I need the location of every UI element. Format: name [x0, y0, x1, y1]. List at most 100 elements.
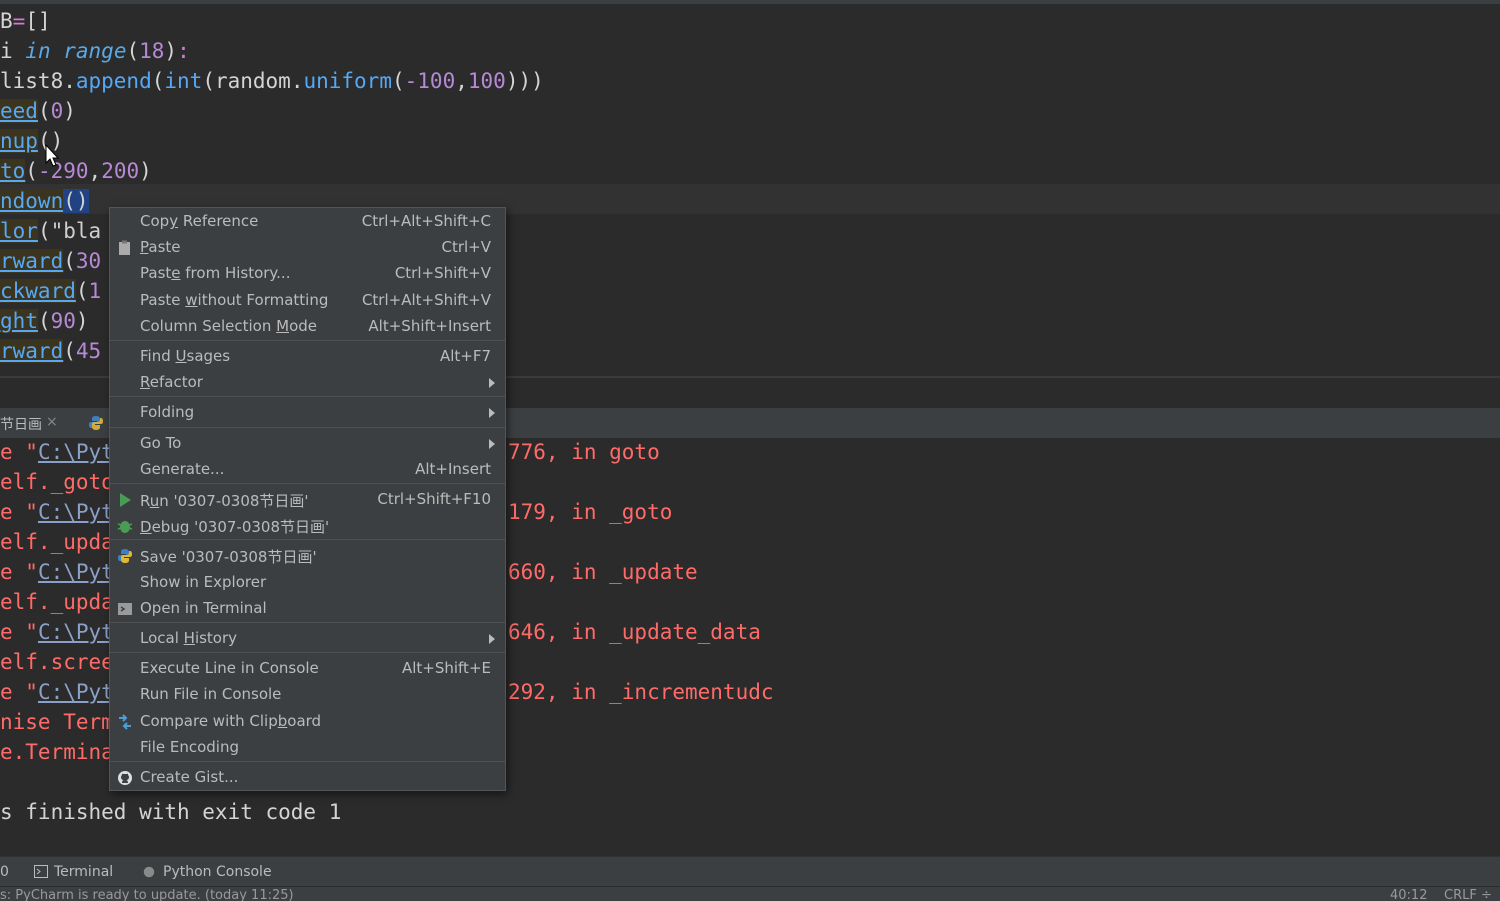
- file-path-link[interactable]: C:\Pyt: [38, 620, 114, 644]
- run-tab-label[interactable]: 节日画: [0, 414, 42, 434]
- code-token: (: [63, 249, 76, 273]
- bottom-tool-window-bar: 0 Terminal Python Console: [0, 856, 1500, 887]
- code-token: ,: [455, 69, 468, 93]
- python-icon[interactable]: [88, 415, 104, 431]
- code-line[interactable]: B=[]: [0, 6, 51, 36]
- console-line: e "C:\Pyt: [0, 617, 114, 647]
- code-token: 90: [50, 309, 76, 333]
- menu-item-label: Open in Terminal: [140, 598, 267, 617]
- file-path-link[interactable]: C:\Pyt: [38, 500, 114, 524]
- code-line[interactable]: i in range(18):: [0, 36, 190, 66]
- menu-item-folding[interactable]: Folding: [110, 400, 505, 426]
- close-icon[interactable]: ×: [46, 414, 58, 430]
- menu-item-show-in-explorer[interactable]: Show in Explorer: [110, 570, 505, 596]
- menu-item-label: Compare with Clipboard: [140, 711, 322, 730]
- menu-item-shortcut: Alt+F7: [439, 347, 491, 365]
- terminal-icon: [34, 865, 48, 882]
- code-token: eed: [0, 99, 38, 123]
- code-token: :: [177, 39, 190, 63]
- menu-item-run-0307-0308[interactable]: Run '0307-0308节日画' Ctrl+Shift+F10: [110, 487, 505, 513]
- menu-item-label: Paste from History...: [140, 264, 291, 283]
- code-token: in: [25, 39, 51, 63]
- menu-item-label: Copy Reference: [140, 212, 259, 230]
- file-path-link[interactable]: C:\Pyt: [38, 560, 114, 584]
- code-token: list8.: [0, 69, 76, 93]
- console-line: elf._goto: [0, 470, 114, 494]
- process-finished-text: s finished with exit code 1: [0, 800, 342, 824]
- menu-separator: [110, 539, 505, 541]
- code-token: (: [391, 69, 405, 93]
- tool-window-terminal[interactable]: Terminal: [54, 864, 113, 880]
- menu-item-label: Run '0307-0308节日画': [140, 492, 309, 510]
- menu-item-shortcut: Ctrl+Alt+Shift+V: [361, 290, 491, 309]
- menu-item-create-gist[interactable]: Create Gist...: [110, 765, 505, 791]
- console-traceback-line: 660, in _update: [508, 560, 698, 584]
- code-line[interactable]: rward(45: [0, 336, 101, 366]
- menu-item-label: Column Selection Mode: [140, 316, 317, 335]
- menu-item-run-file-in-console[interactable]: Run File in Console: [110, 682, 505, 708]
- menu-item-file-encoding[interactable]: File Encoding: [110, 735, 505, 761]
- line-separator[interactable]: CRLF ÷: [1444, 887, 1492, 901]
- menu-item-debug-0307-0308[interactable]: Debug '0307-0308节日画': [110, 513, 505, 539]
- menu-item-shortcut: Ctrl+Shift+F10: [377, 490, 491, 508]
- menu-item-go-to[interactable]: Go To: [110, 431, 505, 457]
- code-line[interactable]: list8.append(int(random.uniform(-100,100…: [0, 66, 544, 96]
- code-token: ): [164, 39, 178, 63]
- menu-item-save-0307-0308[interactable]: Save '0307-0308节日画': [110, 543, 505, 569]
- status-message[interactable]: s: PyCharm is ready to update. (today 11…: [0, 887, 294, 901]
- menu-item-local-history[interactable]: Local History: [110, 626, 505, 652]
- code-line[interactable]: ckward(1: [0, 276, 101, 306]
- editor-context-menu: Copy Reference Ctrl+Alt+Shift+C Paste Ctrl+…: [109, 207, 506, 791]
- menu-item-label: Generate...: [140, 459, 225, 478]
- code-token: 200: [101, 159, 140, 183]
- caret-position[interactable]: 40:12: [1390, 887, 1427, 901]
- code-token: uniform: [303, 69, 392, 93]
- menu-separator: [110, 652, 505, 654]
- menu-item-copy-reference[interactable]: Copy Reference Ctrl+Alt+Shift+C: [110, 209, 505, 235]
- menu-item-label: Run File in Console: [140, 685, 282, 704]
- menu-item-compare-with-clipboard[interactable]: Compare with Clipboard: [110, 709, 505, 735]
- tool-window-todo[interactable]: 0: [0, 864, 9, 880]
- menu-item-find-usages[interactable]: Find Usages Alt+F7: [110, 344, 505, 370]
- code-line[interactable]: eed(0): [0, 96, 76, 126]
- menu-item-generate[interactable]: Generate... Alt+Insert: [110, 457, 505, 483]
- code-line[interactable]: ndown(): [0, 186, 89, 216]
- menu-item-column-selection-mode[interactable]: Column Selection Mode Alt+Shift+Insert: [110, 314, 505, 340]
- file-path-link[interactable]: C:\Pyt: [38, 680, 114, 704]
- menu-item-paste-from-history[interactable]: Paste from History... Ctrl+Shift+V: [110, 261, 505, 287]
- clipboard-icon: [117, 240, 133, 256]
- file-path-link[interactable]: C:\Pyt: [38, 440, 114, 464]
- menu-item-paste[interactable]: Paste Ctrl+V: [110, 235, 505, 261]
- menu-item-execute-line-in-console[interactable]: Execute Line in Console Alt+Shift+E: [110, 656, 505, 682]
- code-line[interactable]: ght(90): [0, 306, 89, 336]
- menu-item-open-in-terminal[interactable]: Open in Terminal: [110, 596, 505, 622]
- code-line[interactable]: lor("bla: [0, 216, 101, 246]
- code-line[interactable]: to(-290,200): [0, 156, 152, 186]
- code-token: 100: [467, 69, 506, 93]
- console-line: elf._upda: [0, 590, 114, 614]
- code-token: to: [0, 159, 26, 183]
- menu-item-shortcut: Ctrl+V: [441, 238, 491, 257]
- tool-window-python-console[interactable]: Python Console: [163, 864, 272, 880]
- code-token: (: [75, 279, 89, 303]
- menu-item-label: Paste: [140, 238, 181, 257]
- code-line[interactable]: rward(30: [0, 246, 101, 276]
- menu-item-refactor[interactable]: Refactor: [110, 370, 505, 396]
- menu-item-shortcut: Alt+Shift+E: [401, 659, 491, 678]
- menu-item-label: Find Usages: [140, 347, 231, 365]
- menu-item-shortcut: Alt+Insert: [415, 459, 491, 478]
- code-token: ght: [0, 309, 38, 333]
- code-token: (: [37, 219, 51, 243]
- python-icon: [117, 548, 133, 564]
- menu-item-label: Debug '0307-0308节日画': [140, 518, 330, 537]
- console-prefix: e ": [0, 560, 38, 584]
- terminal-icon: [117, 601, 133, 617]
- code-token: 18: [139, 39, 165, 63]
- menu-item-label: Refactor: [140, 373, 203, 392]
- console-line: elf.scree: [0, 650, 114, 674]
- console-prefix: e ": [0, 680, 38, 704]
- code-token: (: [25, 159, 38, 183]
- console-traceback-line: 776, in goto: [508, 440, 660, 464]
- menu-item-paste-without-formatting[interactable]: Paste without Formatting Ctrl+Alt+Shift+V: [110, 288, 505, 314]
- code-token: 0: [50, 99, 64, 123]
